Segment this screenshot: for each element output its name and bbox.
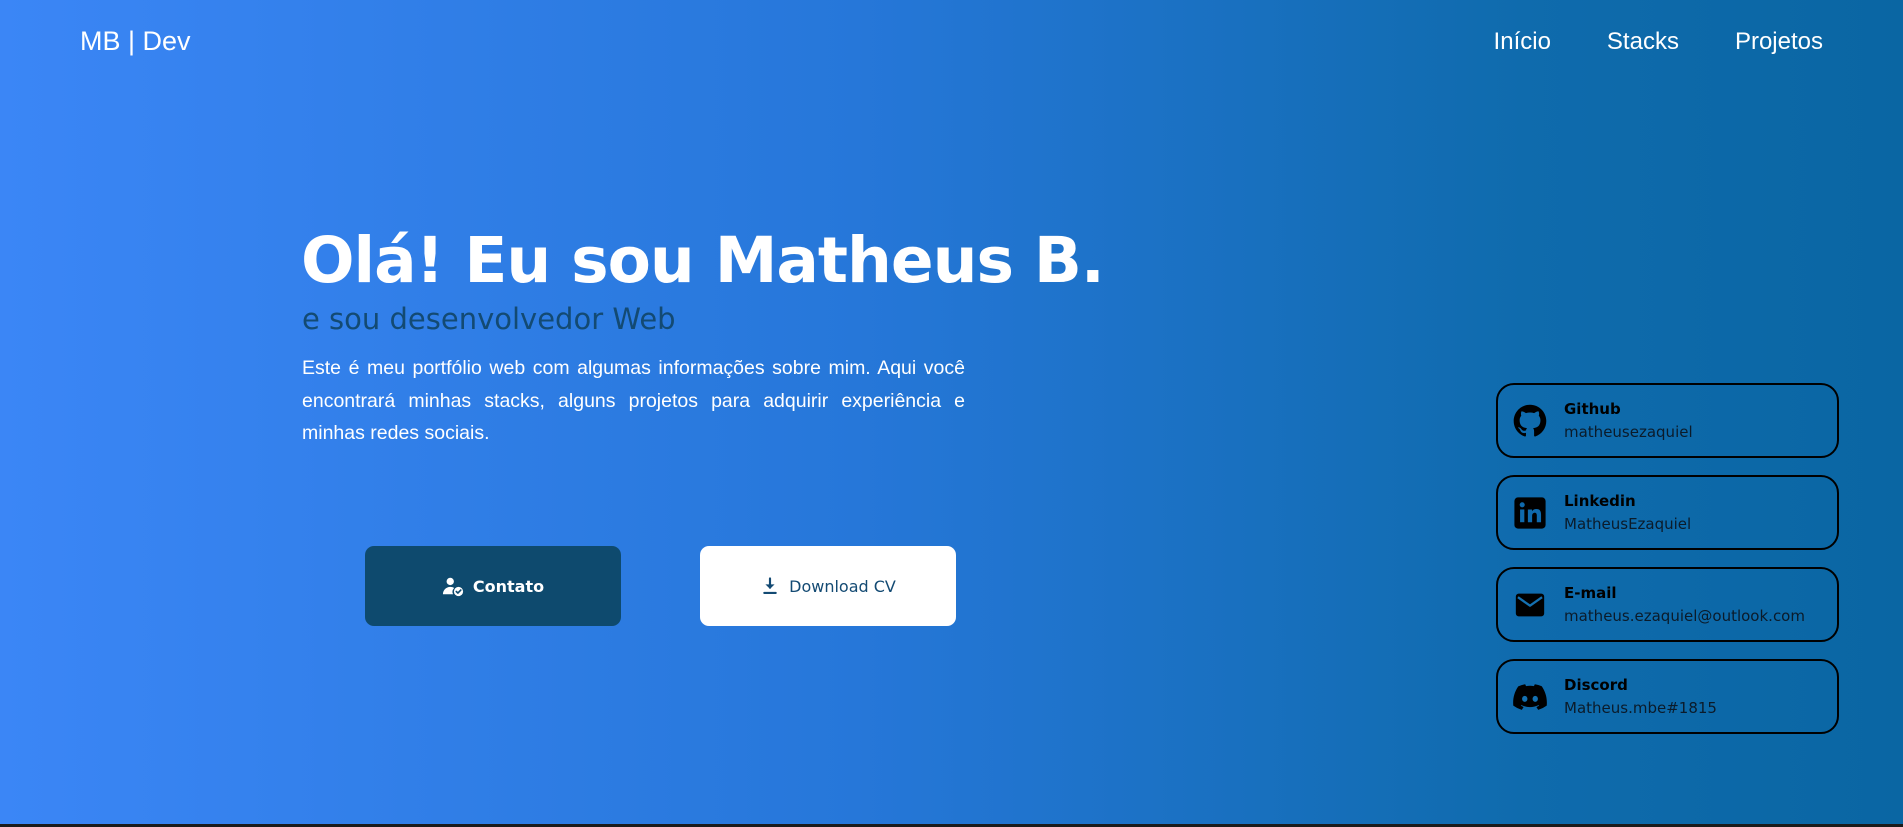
main-nav: Início Stacks Projetos: [1494, 28, 1823, 56]
social-handle: Matheus.mbe#1815: [1564, 699, 1717, 717]
social-links: Github matheusezaquiel Linkedin MatheusE…: [1496, 383, 1839, 734]
mail-icon: [1512, 587, 1548, 623]
contact-button-label: Contato: [472, 576, 545, 596]
user-check-icon: [442, 575, 464, 597]
hero-description: Este é meu portfólio web com algumas inf…: [302, 357, 965, 444]
discord-icon: [1512, 679, 1548, 715]
social-card-github[interactable]: Github matheusezaquiel: [1496, 383, 1839, 458]
nav-link-projetos[interactable]: Projetos: [1735, 28, 1823, 56]
social-title: Github: [1564, 400, 1621, 418]
social-card-email[interactable]: E-mail matheus.ezaquiel@outlook.com: [1496, 567, 1839, 642]
github-icon: [1512, 403, 1548, 439]
hero-title: Olá! Eu sou Matheus B.: [301, 224, 1105, 297]
hero-subtitle: e sou desenvolvedor Web: [302, 302, 676, 336]
hero-section: MB | Dev Início Stacks Projetos Olá! Eu …: [0, 0, 1903, 824]
download-icon: [760, 576, 780, 596]
social-card-discord[interactable]: Discord Matheus.mbe#1815: [1496, 659, 1839, 734]
download-cv-label: Download CV: [789, 576, 896, 596]
social-handle: MatheusEzaquiel: [1564, 515, 1692, 533]
nav-link-inicio[interactable]: Início: [1494, 28, 1551, 56]
brand-logo[interactable]: MB | Dev: [80, 26, 191, 57]
social-card-linkedin[interactable]: Linkedin MatheusEzaquiel: [1496, 475, 1839, 550]
contact-button[interactable]: Contato: [365, 546, 621, 626]
social-title: E-mail: [1564, 584, 1617, 602]
download-cv-button[interactable]: Download CV: [700, 546, 956, 626]
nav-link-stacks[interactable]: Stacks: [1607, 28, 1679, 56]
social-handle: matheus.ezaquiel@outlook.com: [1564, 607, 1805, 625]
social-title: Linkedin: [1564, 492, 1636, 510]
social-title: Discord: [1564, 676, 1628, 694]
social-handle: matheusezaquiel: [1564, 423, 1693, 441]
linkedin-icon: [1512, 495, 1548, 531]
